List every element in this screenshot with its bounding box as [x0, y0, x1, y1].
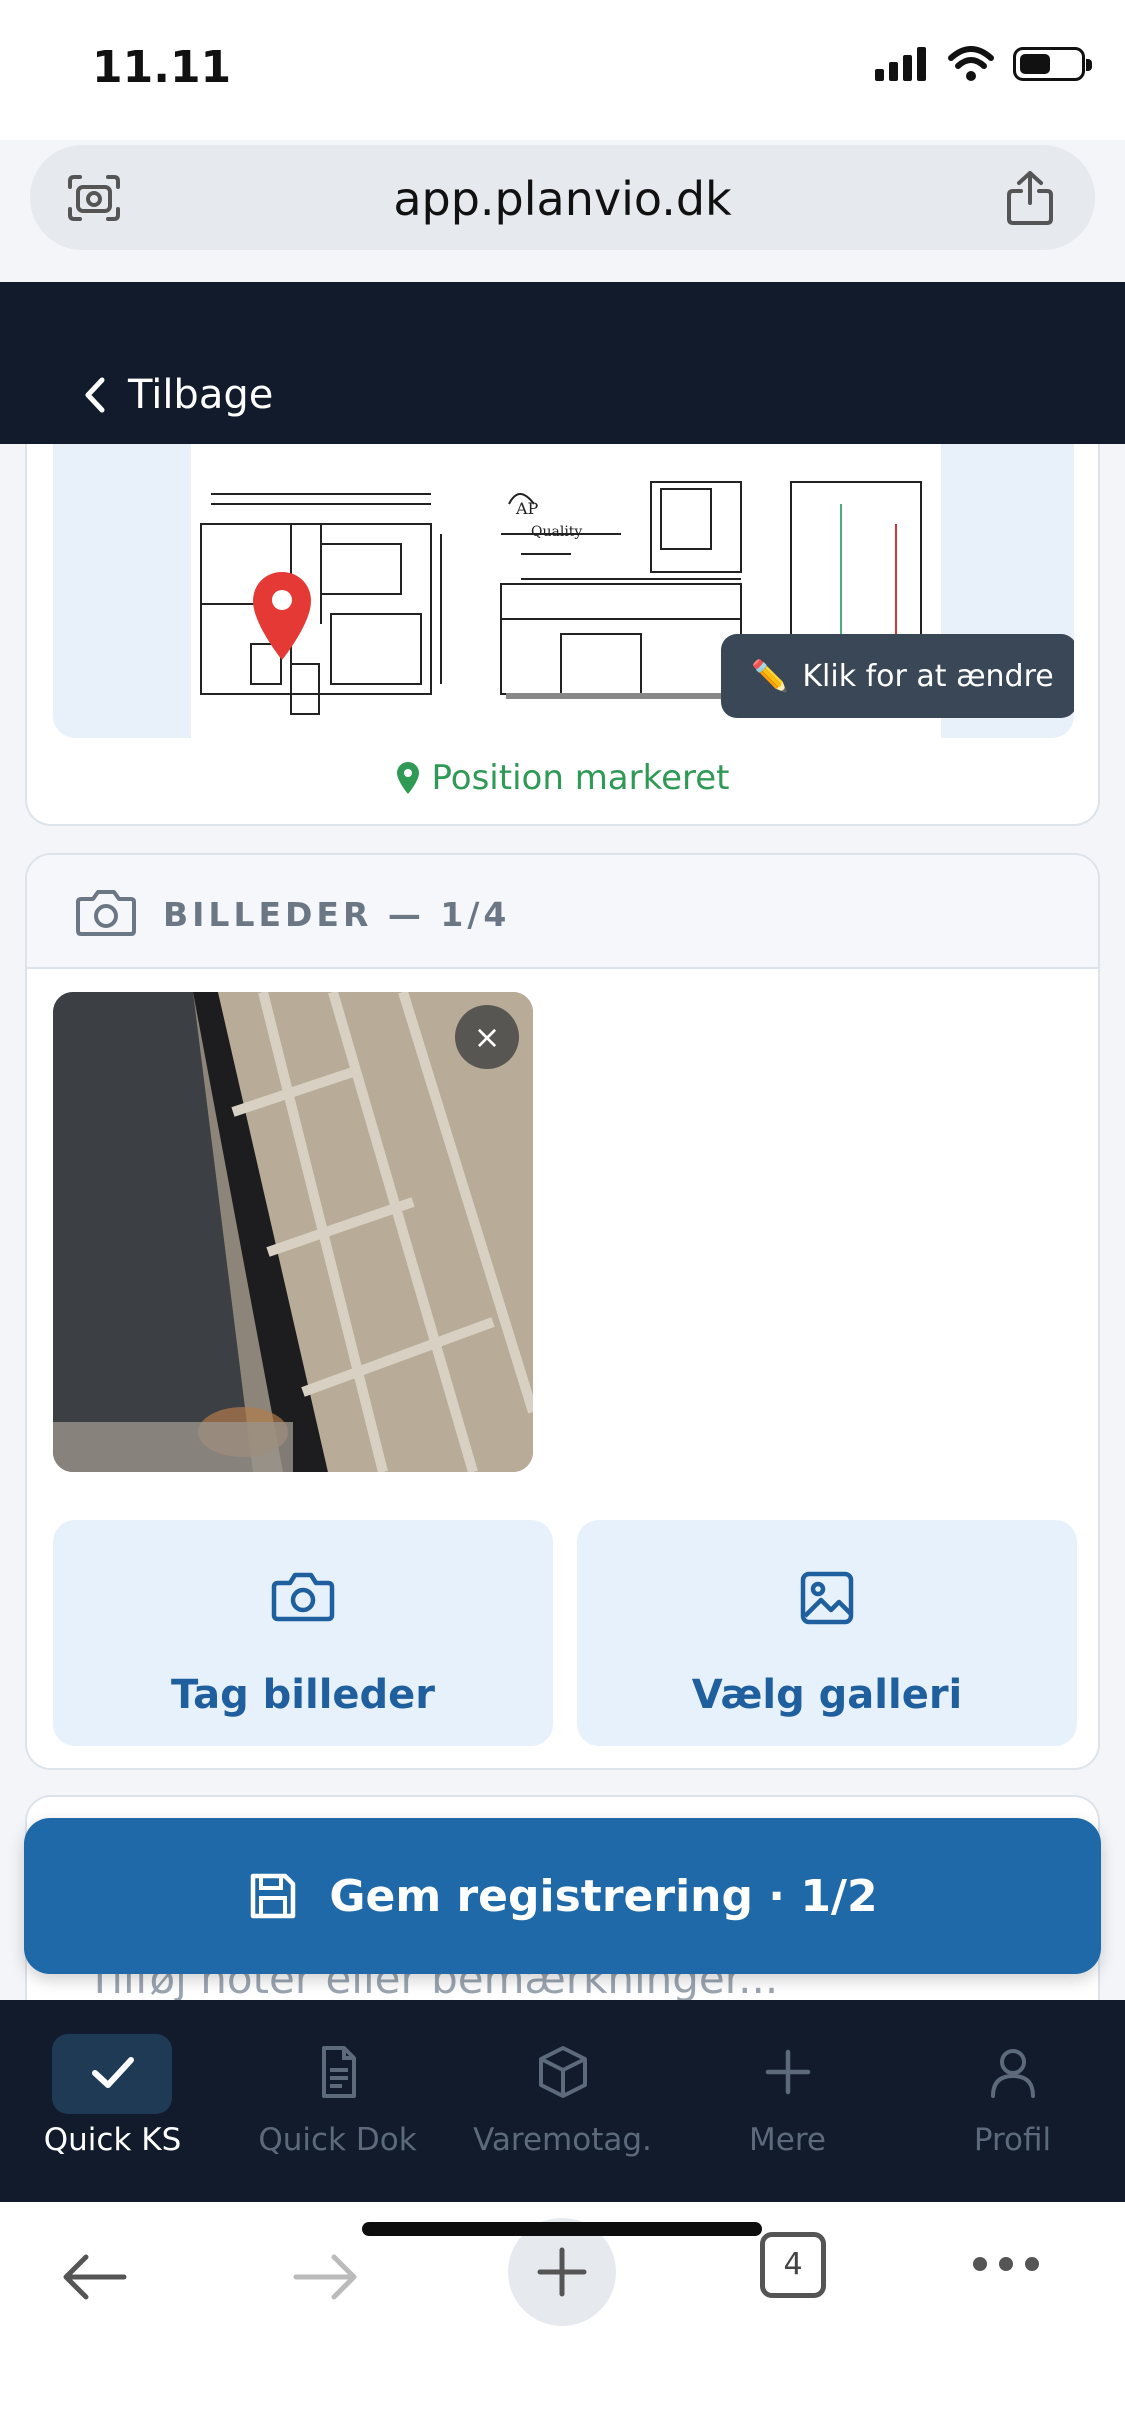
document-icon	[321, 2046, 356, 2098]
photo-thumbnail[interactable]	[53, 992, 533, 1472]
nav-label: Mere	[749, 2122, 826, 2158]
image-icon	[800, 1571, 854, 1625]
save-registration-label: Gem registrering · 1/2	[329, 1870, 878, 1922]
photos-title: BILLEDER — 1/4	[163, 895, 511, 934]
map-pin-icon	[396, 762, 419, 794]
nav-label: Varemotag.	[473, 2122, 652, 2158]
wifi-icon	[948, 46, 994, 81]
tabs-button[interactable]: 4	[760, 2232, 826, 2298]
cellular-signal-icon	[875, 47, 926, 81]
box-icon	[538, 2046, 587, 2098]
save-icon	[251, 1873, 296, 1919]
nav-profil[interactable]: Profil	[900, 2000, 1125, 2202]
floorplan-map[interactable]: AP Quality ✏️ Klik for at ændre	[53, 444, 1074, 738]
nav-label: Profil	[973, 2122, 1052, 2158]
user-icon	[990, 2049, 1035, 2098]
browser-toolbar: 4	[0, 2202, 1125, 2436]
photos-card: BILLEDER — 1/4 × Tag billeder Vælg galle…	[25, 853, 1100, 1770]
photos-header: BILLEDER — 1/4	[27, 855, 1098, 969]
svg-text:AP: AP	[515, 499, 539, 518]
bottom-navigation: Quick KS Quick Dok Varemotag. Mere Profi…	[0, 2000, 1125, 2202]
url-bar[interactable]: app.planvio.dk	[30, 145, 1095, 250]
edit-position-hint[interactable]: ✏️ Klik for at ændre	[721, 634, 1074, 718]
nav-label: Quick KS	[43, 2122, 182, 2158]
choose-gallery-label: Vælg galleri	[691, 1672, 963, 1718]
choose-gallery-button[interactable]: Vælg galleri	[577, 1520, 1077, 1746]
chevron-left-icon	[85, 377, 105, 413]
nav-mere[interactable]: Mere	[675, 2000, 900, 2202]
more-icon[interactable]	[970, 2254, 1042, 2274]
battery-icon	[1013, 47, 1092, 81]
plus-icon	[537, 2247, 587, 2297]
save-registration-button[interactable]: Gem registrering · 1/2	[24, 1818, 1101, 1974]
take-photo-button[interactable]: Tag billeder	[53, 1520, 553, 1746]
location-pin-icon[interactable]	[251, 570, 313, 662]
back-arrow-icon[interactable]	[58, 2252, 130, 2302]
back-label: Tilbage	[128, 372, 274, 418]
url-text[interactable]: app.planvio.dk	[30, 172, 1095, 226]
position-status-text: Position markeret	[431, 758, 730, 798]
back-button[interactable]: Tilbage	[84, 372, 273, 418]
nav-quick-dok[interactable]: Quick Dok	[225, 2000, 450, 2202]
app-header: Tilbage	[0, 282, 1125, 444]
pencil-icon: ✏️	[751, 658, 789, 694]
share-icon[interactable]	[1005, 169, 1055, 227]
plus-icon	[765, 2049, 810, 2095]
position-status: Position markeret	[27, 758, 1098, 798]
svg-text:Quality: Quality	[531, 524, 582, 540]
remove-photo-button[interactable]: ×	[455, 1005, 519, 1069]
edit-hint-text: Klik for at ændre	[802, 658, 1054, 694]
forward-arrow-icon[interactable]	[290, 2252, 362, 2302]
photo-image	[53, 992, 533, 1472]
take-photo-label: Tag billeder	[170, 1672, 436, 1718]
status-bar: 11.11	[0, 0, 1125, 140]
camera-icon	[271, 1572, 335, 1622]
home-indicator	[362, 2222, 762, 2236]
nav-quick-ks[interactable]: Quick KS	[0, 2000, 225, 2202]
status-icons	[875, 46, 1092, 82]
status-time: 11.11	[92, 42, 232, 93]
nav-varemotag[interactable]: Varemotag.	[450, 2000, 675, 2202]
location-card: AP Quality ✏️ Klik for at ændre Position…	[25, 380, 1100, 826]
camera-icon	[76, 890, 136, 936]
check-icon	[91, 2057, 134, 2088]
nav-label: Quick Dok	[258, 2122, 417, 2158]
